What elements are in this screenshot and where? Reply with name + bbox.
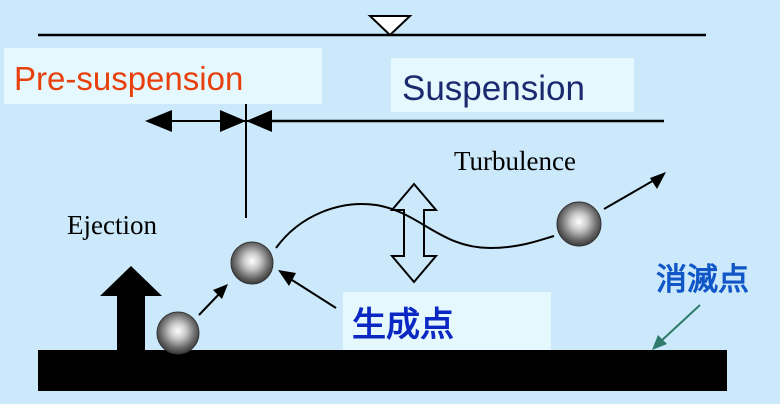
ejection-label: Ejection <box>67 210 157 240</box>
sediment-transport-diagram: Pre-suspension Suspension Turbulence Eje… <box>14 15 749 391</box>
bed-particle <box>156 311 200 355</box>
generation-point-pointer-line <box>291 279 337 309</box>
lifted-particle <box>230 241 274 285</box>
turbulence-exit-arrow-line <box>603 178 657 210</box>
turbulence-label: Turbulence <box>454 146 576 176</box>
right-arrowhead-pointing-divider-icon <box>220 110 246 132</box>
water-level-marker-icon <box>367 15 413 37</box>
ejection-path-arrow-line <box>198 291 222 316</box>
generation-point-pointer-arrowhead-icon <box>278 270 296 286</box>
ejection-arrow-icon <box>100 266 162 352</box>
left-arrowhead-pointing-divider-icon <box>246 110 272 132</box>
riverbed <box>38 350 727 391</box>
extinction-point-label: 消滅点 <box>656 262 749 298</box>
generation-point-label: 生成点 <box>352 305 454 345</box>
left-arrowhead-icon <box>145 110 172 132</box>
turbulence-vertical-arrow-icon <box>389 182 439 284</box>
turbulence-path <box>275 203 555 250</box>
extinction-point-pointer-line <box>659 304 701 343</box>
suspended-particle <box>556 201 602 247</box>
turbulence-exit-arrowhead-icon <box>650 172 666 189</box>
suspension-label: Suspension <box>402 69 585 108</box>
pre-suspension-label: Pre-suspension <box>14 60 243 97</box>
